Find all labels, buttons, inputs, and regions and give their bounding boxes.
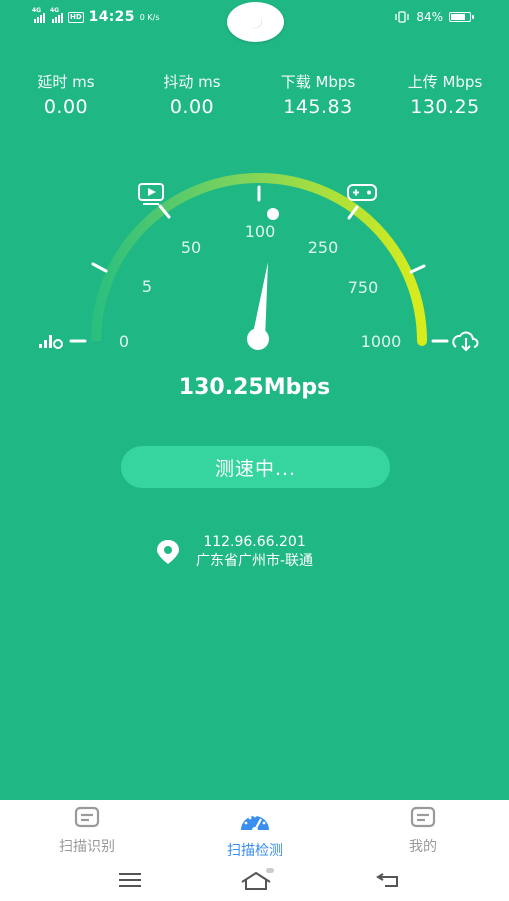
tab-label: 我的 (409, 839, 437, 855)
ping-icon (39, 335, 63, 349)
jitter-value: 0.00 (169, 96, 215, 118)
isp-location: 广东省广州市-联通 (196, 553, 314, 569)
network-type-label: 4G (32, 7, 42, 14)
gauge-tick-label: 100 (245, 222, 276, 241)
gauge-tick-label: 50 (181, 238, 201, 257)
document-icon (410, 806, 436, 828)
menu-nav-button[interactable] (110, 866, 150, 894)
location-pin-icon (157, 540, 179, 564)
tab-scan-detect[interactable]: 扫描检测 (195, 806, 315, 860)
tab-scan-recognize[interactable]: 扫描识别 (27, 806, 147, 856)
speedtest-screen: 4G 4G HD 14:25 0 K/s 84% 延时 ms 0.00 抖动 m… (0, 0, 509, 800)
moon-icon (250, 15, 262, 29)
gauge-progress-dot (267, 208, 279, 220)
vibrate-icon (395, 11, 409, 23)
status-right: 84% (394, 10, 474, 24)
back-nav-button[interactable] (368, 866, 408, 894)
jitter-label: 抖动 ms (163, 73, 221, 91)
gauge-tick-label: 250 (308, 238, 339, 257)
network-speed: 0 K/s (139, 12, 160, 22)
gauge-tick-label: 5 (142, 277, 152, 296)
status-left: 4G 4G HD 14:25 0 K/s (32, 7, 160, 25)
jitter-metric: 抖动 ms 0.00 (132, 71, 252, 118)
gauge-tick-label: 1000 (361, 332, 402, 351)
upload-metric: 上传 Mbps 130.25 (385, 71, 505, 118)
status-time: 14:25 (88, 9, 135, 25)
speedtest-status-button[interactable]: 测速中... (121, 446, 390, 488)
tab-label: 扫描识别 (59, 839, 115, 855)
back-icon (376, 873, 398, 887)
latency-value: 0.00 (43, 96, 89, 118)
bottom-tab-bar: 扫描识别 扫描检测 我的 (0, 800, 509, 860)
game-icon (347, 184, 377, 201)
network-type-label: 4G (50, 7, 60, 14)
video-icon (138, 183, 164, 205)
download-metric: 下载 Mbps 145.83 (258, 71, 378, 118)
tab-mine[interactable]: 我的 (363, 806, 483, 856)
signal-icon: 4G (50, 7, 63, 23)
cloud-download-icon (452, 331, 479, 352)
menu-icon (119, 873, 141, 887)
battery-percent: 84% (416, 10, 443, 24)
home-nav-button[interactable] (236, 866, 276, 894)
night-mode-button[interactable] (227, 2, 284, 42)
download-value: 145.83 (283, 96, 353, 118)
speed-gauge: 0 5 50 100 250 750 1000 (39, 173, 479, 380)
hd-badge: HD (68, 11, 84, 23)
tab-label: 扫描检测 (227, 843, 283, 859)
status-bar: 4G 4G HD 14:25 0 K/s 84% (0, 0, 509, 42)
latency-metric: 延时 ms 0.00 (6, 71, 126, 118)
download-label: 下载 Mbps (280, 73, 356, 91)
gauge-tick-label: 0 (119, 332, 129, 351)
signal-icon: 4G (32, 7, 45, 23)
system-nav-bar (0, 860, 509, 901)
home-icon (241, 868, 274, 890)
document-icon (74, 806, 100, 828)
gauge-tick-label: 750 (348, 278, 379, 297)
upload-value: 130.25 (410, 96, 480, 118)
upload-label: 上传 Mbps (407, 73, 483, 91)
gauge-needle (247, 262, 269, 350)
location-info: 112.96.66.201 广东省广州市-联通 (154, 533, 313, 571)
ip-address: 112.96.66.201 (203, 534, 306, 550)
current-speed: 130.25Mbps (178, 375, 331, 400)
battery-icon (449, 12, 474, 22)
speedometer-icon (241, 814, 269, 833)
latency-label: 延时 ms (37, 73, 95, 91)
